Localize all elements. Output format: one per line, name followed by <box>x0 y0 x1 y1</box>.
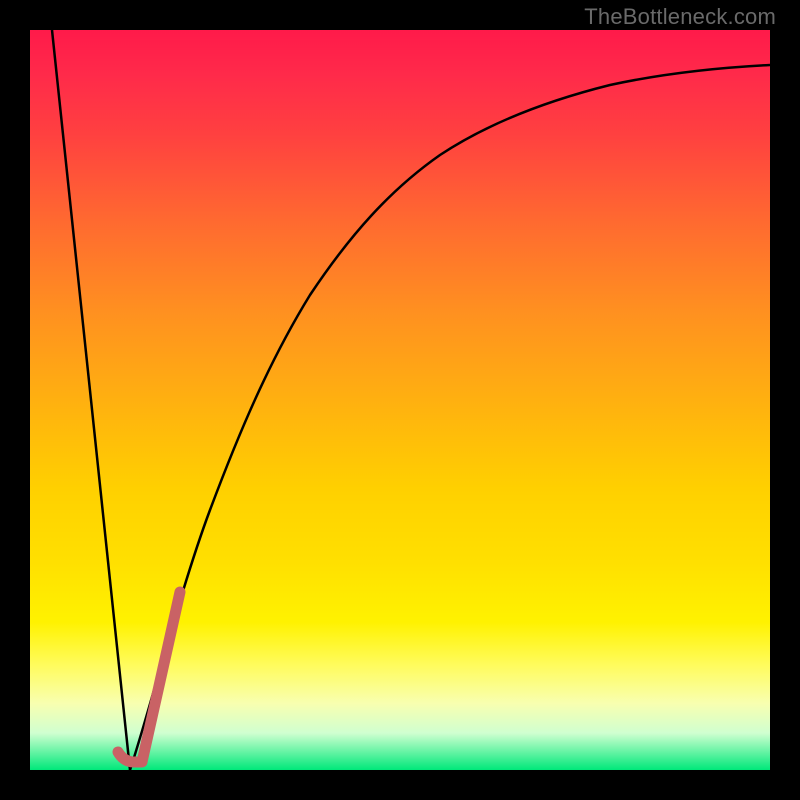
watermark-text: TheBottleneck.com <box>584 4 776 30</box>
left-descent-line <box>52 30 130 770</box>
right-curve-line <box>130 65 770 770</box>
chart-frame: TheBottleneck.com <box>0 0 800 800</box>
curve-layer <box>30 30 770 770</box>
plot-area <box>30 30 770 770</box>
